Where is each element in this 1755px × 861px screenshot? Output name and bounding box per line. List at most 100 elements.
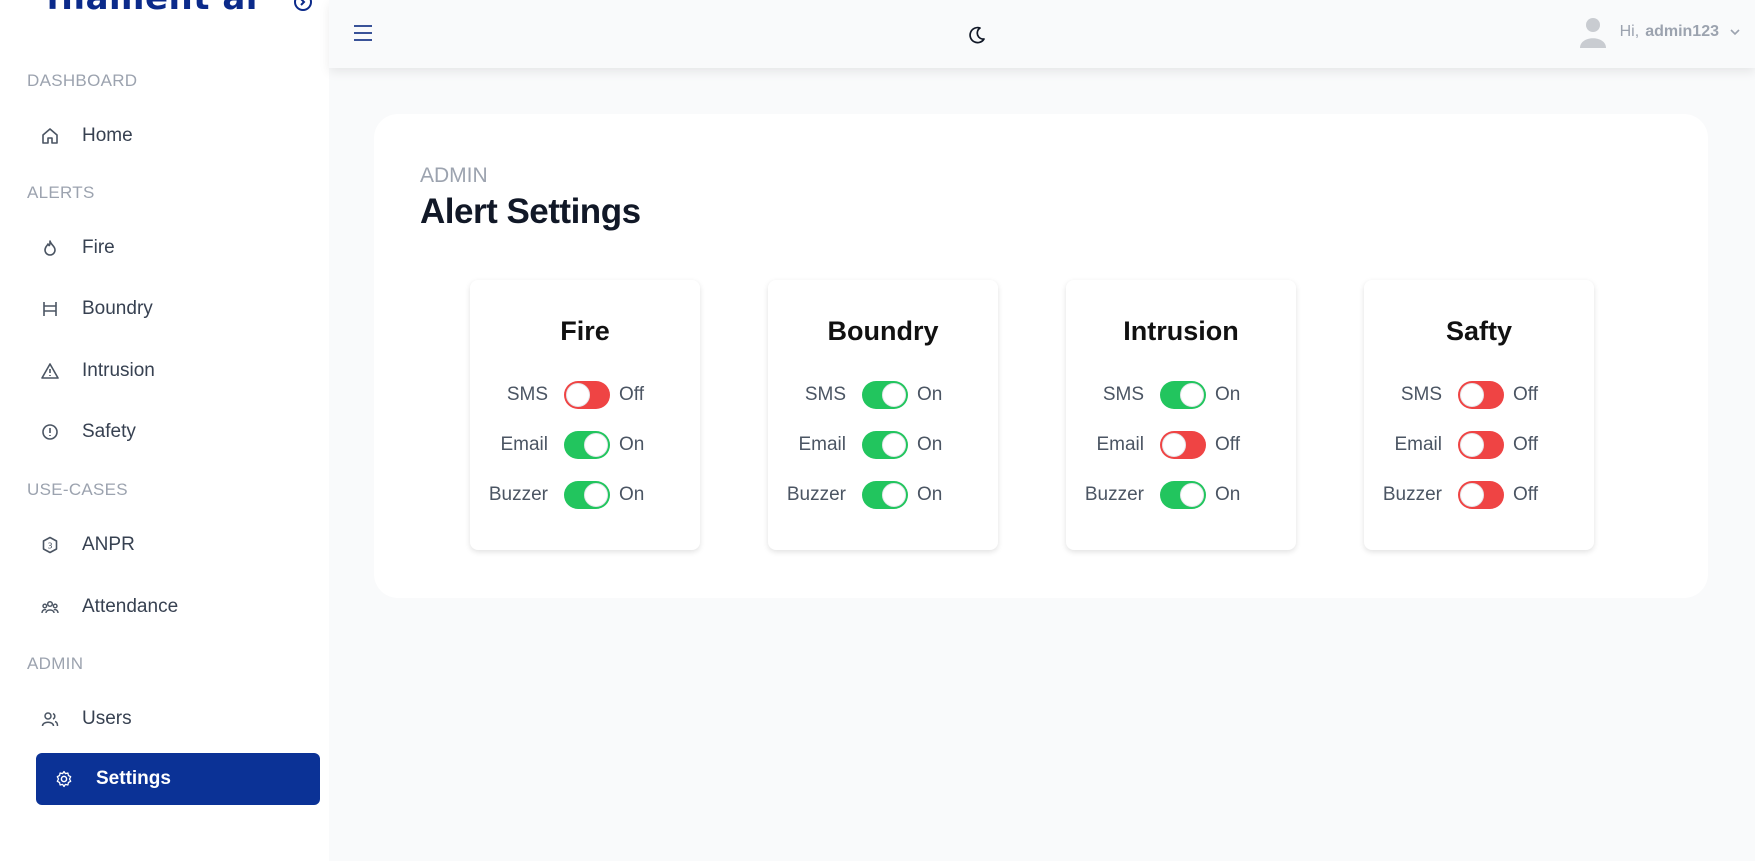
svg-text:3: 3	[47, 542, 52, 551]
sidebar-item-safety[interactable]: Safety	[36, 406, 320, 458]
card-title: Intrusion	[1123, 316, 1239, 346]
toggle-row-email: Email Off	[1364, 428, 1594, 462]
toggle-row-buzzer: Buzzer On	[768, 478, 998, 512]
sms-toggle[interactable]	[1160, 381, 1206, 409]
row-label: Buzzer	[1084, 484, 1144, 505]
username-text: admin123	[1645, 23, 1719, 40]
greeting-text: Hi,	[1619, 23, 1640, 40]
sidebar-collapse-icon[interactable]	[293, 0, 313, 12]
row-label: SMS	[506, 384, 548, 405]
email-toggle[interactable]	[1160, 431, 1206, 459]
hexagon-number-icon: 3	[40, 535, 60, 555]
row-label: Buzzer	[1382, 484, 1442, 505]
toggle-knob	[584, 433, 608, 457]
toggle-state: Off	[1513, 384, 1538, 405]
sidebar-item-boundry[interactable]: Boundry	[36, 283, 320, 335]
toggle-state: Off	[1513, 434, 1538, 455]
toggle-state: On	[1215, 484, 1241, 505]
toggle-row-email: Email Off	[1066, 428, 1296, 462]
row-label: Buzzer	[786, 484, 846, 505]
group-icon	[40, 597, 60, 617]
row-label: Email	[1394, 434, 1442, 455]
alert-card-boundry: Boundry SMS On Email On Buzzer On	[768, 280, 998, 550]
warning-triangle-icon	[40, 361, 60, 381]
row-label: Email	[798, 434, 846, 455]
sidebar-item-label: ANPR	[82, 534, 135, 555]
sidebar: filament ai DASHBOARD Home ALERTS Fire B…	[0, 0, 329, 861]
toggle-knob	[882, 383, 906, 407]
toggle-state: On	[1215, 384, 1241, 405]
toggle-state: On	[917, 484, 943, 505]
page-title: Alert Settings	[420, 192, 641, 231]
section-admin: ADMIN	[27, 654, 84, 673]
toggle-row-buzzer: Buzzer Off	[1364, 478, 1594, 512]
sidebar-item-label: Home	[82, 125, 133, 146]
sidebar-item-label: Fire	[82, 237, 115, 258]
toggle-row-sms: SMS Off	[1364, 378, 1594, 412]
gear-icon	[54, 769, 74, 789]
moon-icon[interactable]	[967, 25, 987, 45]
sidebar-item-users[interactable]: Users	[36, 693, 320, 745]
card-title: Safty	[1445, 316, 1513, 346]
buzzer-toggle[interactable]	[1458, 481, 1504, 509]
email-toggle[interactable]	[862, 431, 908, 459]
toggle-state: Off	[1513, 484, 1538, 505]
row-label: SMS	[1102, 384, 1144, 405]
toggle-knob	[1460, 483, 1484, 507]
sidebar-item-settings[interactable]: Settings	[36, 753, 320, 805]
toggle-row-sms: SMS On	[1066, 378, 1296, 412]
card-title: Fire	[560, 316, 610, 346]
toggle-knob	[1460, 383, 1484, 407]
user-menu[interactable]: Hi, admin123	[1576, 14, 1741, 50]
sidebar-item-label: Intrusion	[82, 360, 155, 381]
toggle-state: On	[917, 384, 943, 405]
toggle-knob	[882, 483, 906, 507]
sidebar-item-intrusion[interactable]: Intrusion	[36, 345, 320, 397]
row-label: SMS	[1400, 384, 1442, 405]
buzzer-toggle[interactable]	[1160, 481, 1206, 509]
toggle-state: Off	[619, 384, 644, 405]
topbar: Hi, admin123	[329, 0, 1755, 68]
toggle-row-email: Email On	[768, 428, 998, 462]
toggle-knob	[566, 383, 590, 407]
brand-logo[interactable]: filament ai	[46, 0, 258, 18]
toggle-knob	[1180, 383, 1204, 407]
users-icon	[40, 709, 60, 729]
toggle-row-buzzer: Buzzer On	[470, 478, 700, 512]
section-usecases: USE-CASES	[27, 480, 128, 499]
sidebar-item-anpr[interactable]: 3 ANPR	[36, 519, 320, 571]
buzzer-toggle[interactable]	[564, 481, 610, 509]
sidebar-item-fire[interactable]: Fire	[36, 222, 320, 274]
toggle-knob	[1180, 483, 1204, 507]
sidebar-item-attendance[interactable]: Attendance	[36, 581, 320, 633]
toggle-state: On	[917, 434, 943, 455]
toggle-row-email: Email On	[470, 428, 700, 462]
fire-icon	[40, 238, 60, 258]
row-label: Buzzer	[488, 484, 548, 505]
alert-circle-icon	[40, 422, 60, 442]
row-label: Email	[1096, 434, 1144, 455]
toggle-row-buzzer: Buzzer On	[1066, 478, 1296, 512]
menu-icon[interactable]	[353, 24, 373, 42]
toggle-knob	[584, 483, 608, 507]
home-icon	[40, 126, 60, 146]
toggle-state: On	[619, 484, 645, 505]
buzzer-toggle[interactable]	[862, 481, 908, 509]
email-toggle[interactable]	[564, 431, 610, 459]
sms-toggle[interactable]	[1458, 381, 1504, 409]
toggle-knob	[1460, 433, 1484, 457]
sms-toggle[interactable]	[564, 381, 610, 409]
chevron-down-icon	[1729, 23, 1741, 41]
toggle-row-sms: SMS On	[768, 378, 998, 412]
card-title: Boundry	[827, 316, 939, 346]
app-root: filament ai DASHBOARD Home ALERTS Fire B…	[0, 0, 1755, 861]
avatar	[1576, 15, 1610, 49]
toggle-knob	[1162, 433, 1186, 457]
section-alerts: ALERTS	[27, 183, 95, 202]
row-label: Email	[500, 434, 548, 455]
sms-toggle[interactable]	[862, 381, 908, 409]
toggle-state: On	[619, 434, 645, 455]
sidebar-item-home[interactable]: Home	[36, 110, 320, 162]
section-dashboard: DASHBOARD	[27, 71, 138, 90]
email-toggle[interactable]	[1458, 431, 1504, 459]
